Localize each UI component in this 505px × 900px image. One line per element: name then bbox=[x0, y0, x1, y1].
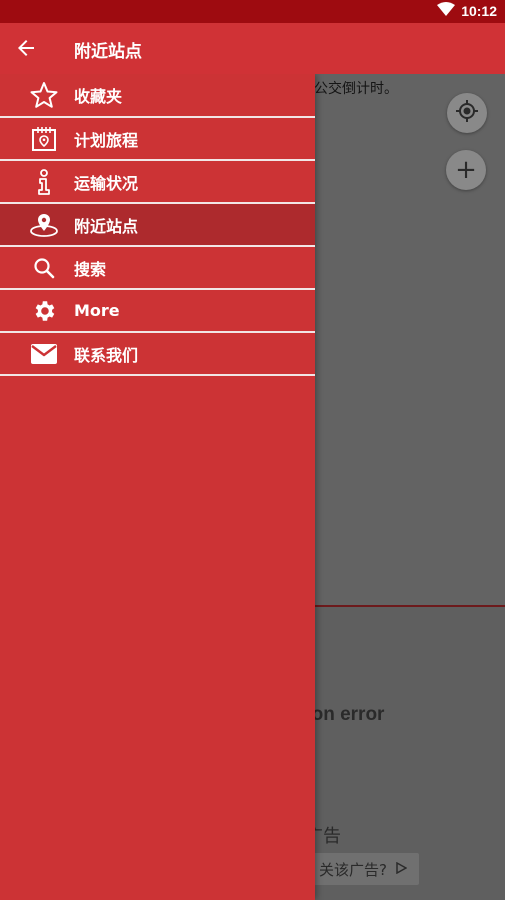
gear-icon bbox=[28, 296, 60, 326]
info-icon bbox=[28, 167, 60, 197]
calendar-icon bbox=[28, 124, 60, 154]
menu-item-more[interactable]: More bbox=[0, 290, 315, 333]
star-icon bbox=[28, 80, 60, 110]
menu-item-nearby-stops[interactable]: 附近站点 bbox=[0, 204, 315, 247]
back-arrow-icon[interactable] bbox=[14, 36, 38, 60]
page-title: 附近站点 bbox=[74, 42, 142, 62]
menu-item-label: More bbox=[74, 301, 120, 320]
menu-item-label: 计划旅程 bbox=[74, 130, 139, 150]
app-bar: 附近站点 bbox=[0, 23, 505, 74]
navigation-drawer: 收藏夹 计划旅程 运输状况 附近站点 搜索 More 联系我们 bbox=[0, 74, 315, 900]
menu-item-transport-status[interactable]: 运输状况 bbox=[0, 161, 315, 204]
status-icons: 10:12 bbox=[437, 2, 497, 19]
map-pin-icon bbox=[28, 210, 60, 240]
menu-item-label: 运输状况 bbox=[74, 173, 139, 193]
search-icon bbox=[28, 253, 60, 283]
menu-item-plan-journey[interactable]: 计划旅程 bbox=[0, 118, 315, 161]
menu-item-contact-us[interactable]: 联系我们 bbox=[0, 333, 315, 376]
wifi-icon bbox=[437, 2, 456, 19]
menu-item-label: 联系我们 bbox=[74, 345, 139, 365]
status-bar: 10:12 bbox=[0, 0, 505, 23]
status-time: 10:12 bbox=[461, 2, 497, 19]
menu-item-label: 搜索 bbox=[74, 259, 107, 279]
menu-item-search[interactable]: 搜索 bbox=[0, 247, 315, 290]
menu-item-label: 附近站点 bbox=[74, 216, 139, 236]
menu-item-favorites[interactable]: 收藏夹 bbox=[0, 74, 315, 118]
mail-icon bbox=[28, 339, 60, 369]
menu-item-label: 收藏夹 bbox=[74, 87, 123, 106]
